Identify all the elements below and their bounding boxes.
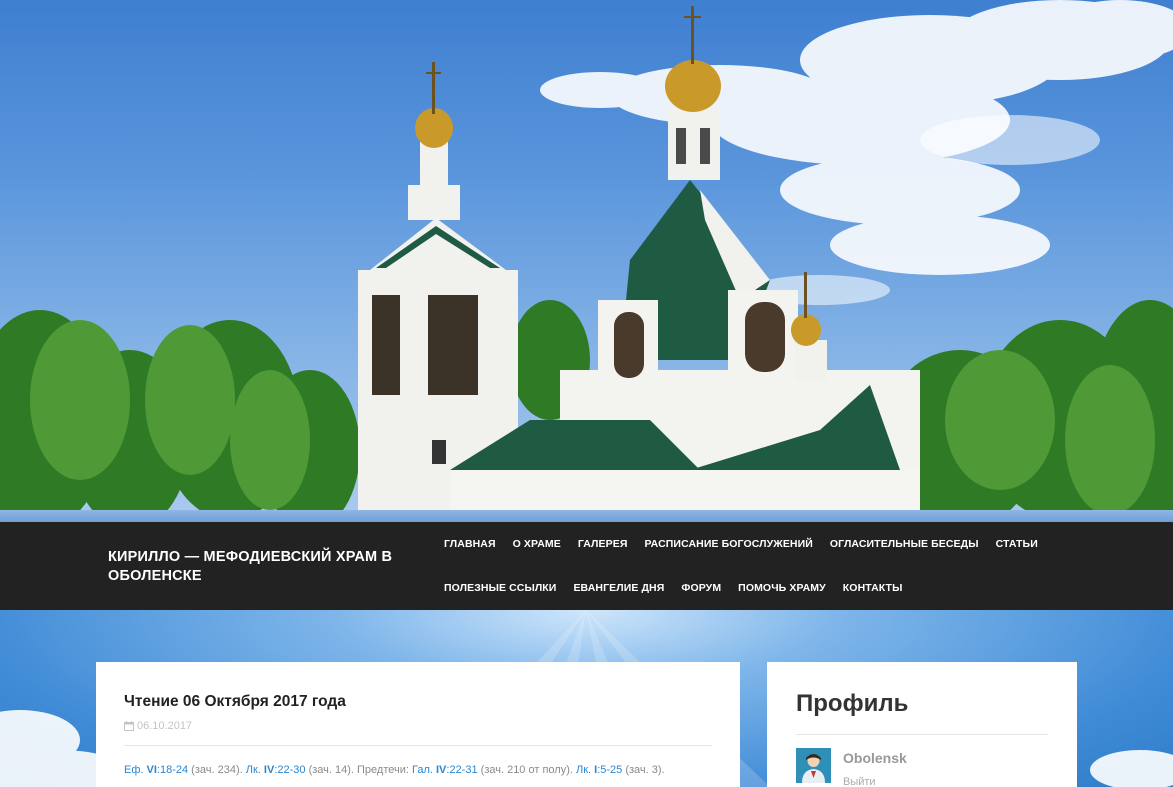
- hero-banner: [0, 0, 1173, 512]
- post-reading-text: Еф. VI:18-24 (зач. 234). Лк. IV:22-30 (з…: [124, 764, 665, 776]
- menu-item-contacts[interactable]: КОНТАКТЫ: [843, 582, 903, 594]
- reading-link-4[interactable]: Лк. I:5-25: [576, 764, 622, 776]
- menu-item-articles[interactable]: СТАТЬИ: [996, 538, 1038, 550]
- main-menu-row-2: ПОЛЕЗНЫЕ ССЫЛКИ ЕВАНГЕЛИЕ ДНЯ ФОРУМ ПОМО…: [444, 582, 919, 594]
- post-card: Чтение 06 Октября 2017 года 06.10.2017 Е…: [96, 662, 740, 787]
- menu-item-gospel[interactable]: ЕВАНГЕЛИЕ ДНЯ: [573, 582, 664, 594]
- menu-item-gallery[interactable]: ГАЛЕРЕЯ: [578, 538, 628, 550]
- profile-widget: Профиль Obolensk Выйти: [767, 662, 1077, 787]
- reading-link-2[interactable]: Лк. IV:22-30: [246, 764, 306, 776]
- post-date: 06.10.2017: [124, 720, 192, 732]
- reading-link-1[interactable]: Еф. VI:18-24: [124, 764, 188, 776]
- user-avatar-icon[interactable]: [796, 748, 831, 783]
- site-title[interactable]: КИРИЛЛО — МЕФОДИЕВСКИЙ ХРАМ В ОБОЛЕНСКЕ: [108, 548, 408, 586]
- banner-bottom-strip: [0, 510, 1173, 522]
- profile-divider: [796, 734, 1048, 735]
- menu-item-about[interactable]: О ХРАМЕ: [513, 538, 561, 550]
- menu-item-links[interactable]: ПОЛЕЗНЫЕ ССЫЛКИ: [444, 582, 556, 594]
- menu-item-schedule[interactable]: РАСПИСАНИЕ БОГОСЛУЖЕНИЙ: [644, 538, 812, 550]
- church-photo: [0, 0, 1173, 512]
- reading-link-3[interactable]: Гал. IV:22-31: [412, 764, 478, 776]
- calendar-icon: [124, 721, 134, 731]
- user-name[interactable]: Obolensk: [843, 750, 907, 766]
- menu-item-donate[interactable]: ПОМОЧЬ ХРАМУ: [738, 582, 826, 594]
- post-date-text: 06.10.2017: [137, 720, 193, 732]
- logout-link[interactable]: Выйти: [843, 776, 876, 787]
- menu-item-home[interactable]: ГЛАВНАЯ: [444, 538, 496, 550]
- main-menu-row-1: ГЛАВНАЯ О ХРАМЕ ГАЛЕРЕЯ РАСПИСАНИЕ БОГОС…: [444, 538, 1055, 550]
- post-divider: [124, 745, 712, 746]
- post-title[interactable]: Чтение 06 Октября 2017 года: [124, 693, 346, 711]
- menu-item-forum[interactable]: ФОРУМ: [681, 582, 721, 594]
- menu-item-catechism[interactable]: ОГЛАСИТЕЛЬНЫЕ БЕСЕДЫ: [830, 538, 979, 550]
- profile-widget-title: Профиль: [796, 690, 909, 717]
